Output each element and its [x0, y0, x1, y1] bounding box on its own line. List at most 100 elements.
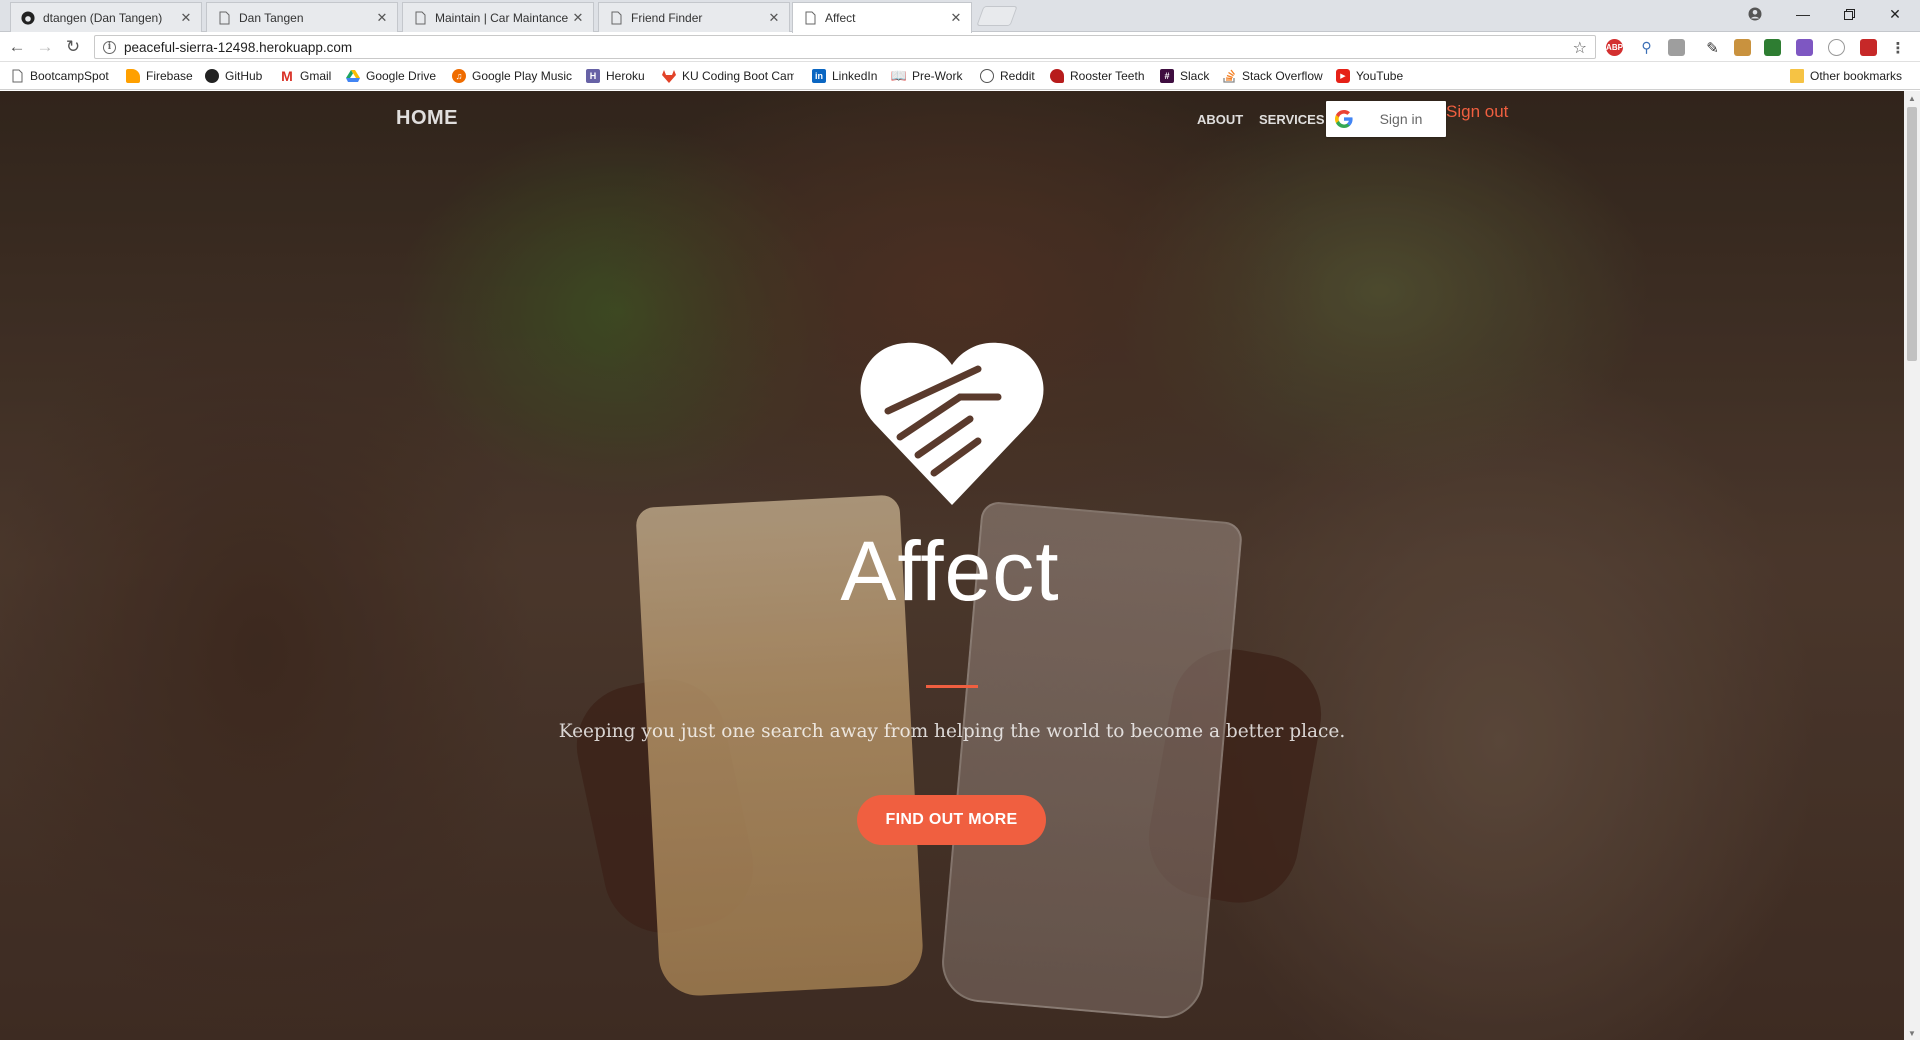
book-icon: 📖 [890, 68, 908, 83]
find-out-more-button[interactable]: FIND OUT MORE [857, 795, 1046, 845]
scroll-down-arrow-icon[interactable]: ▼ [1904, 1026, 1920, 1040]
bookmark-label: Other bookmarks [1810, 69, 1903, 83]
firebase-icon [126, 69, 140, 83]
url-text: peaceful-sierra-12498.herokuapp.com [124, 39, 353, 55]
scrollbar-thumb[interactable] [1907, 107, 1917, 361]
hero-section: HOME ABOUT SERVICES Sign in Sign out Aff… [0, 91, 1904, 1040]
tab-title: Affect [825, 11, 856, 25]
bookmark-item[interactable]: BootcampSpot [10, 68, 109, 84]
tab-strip: dtangen (Dan Tangen) ✕ Dan Tangen ✕ Main… [0, 0, 1920, 33]
extension-icon[interactable] [1668, 39, 1685, 56]
rooster-teeth-icon [1050, 69, 1064, 83]
bookmark-label: Stack Overflow [1242, 69, 1323, 83]
bookmark-item[interactable]: H Heroku [586, 68, 645, 84]
page-icon [413, 11, 427, 25]
restore-icon[interactable] [1826, 0, 1872, 28]
new-tab-button[interactable] [976, 6, 1018, 26]
page-icon [217, 11, 231, 25]
back-icon[interactable]: ← [6, 36, 28, 58]
youtube-icon: ▶ [1336, 69, 1350, 83]
other-bookmarks[interactable]: Other bookmarks [1790, 68, 1902, 84]
extension-icon[interactable] [1860, 39, 1877, 56]
tab-affect[interactable]: Affect ✕ [792, 2, 972, 33]
hero-tagline: Keeping you just one search away from he… [558, 721, 1346, 742]
stackoverflow-icon [1222, 69, 1236, 83]
close-icon[interactable]: ✕ [949, 10, 963, 26]
linkedin-icon: in [812, 69, 826, 83]
github-icon [205, 69, 219, 83]
nav-services-link[interactable]: SERVICES [1259, 112, 1325, 127]
bookmark-item[interactable]: ▶ YouTube [1336, 68, 1403, 84]
folder-icon [1790, 69, 1804, 83]
close-icon[interactable]: ✕ [767, 10, 781, 26]
nav-home-link[interactable]: HOME [396, 107, 458, 130]
menu-icon[interactable]: ⋮ [1891, 39, 1906, 57]
tab-title: Friend Finder [631, 10, 703, 25]
site-info-icon[interactable]: i [103, 40, 116, 54]
close-icon[interactable]: ✕ [375, 10, 389, 26]
bookmark-star-icon[interactable]: ☆ [1573, 38, 1587, 58]
bookmark-item[interactable]: GitHub [205, 68, 262, 84]
extension-icon[interactable] [1796, 39, 1813, 56]
bookmark-label: BootcampSpot [30, 69, 109, 83]
page-icon [609, 11, 623, 25]
bookmark-item[interactable]: ♫ Google Play Music [452, 68, 572, 84]
extension-icon[interactable] [1828, 39, 1845, 56]
slack-icon: # [1160, 69, 1174, 83]
bookmark-label: Heroku [606, 69, 645, 83]
close-icon[interactable]: ✕ [571, 10, 585, 26]
extension-icon[interactable] [1734, 39, 1751, 56]
browser-toolbar: ← → ↻ i peaceful-sierra-12498.herokuapp.… [0, 32, 1920, 62]
reddit-icon [980, 69, 994, 83]
bookmark-item[interactable]: M Gmail [280, 68, 331, 84]
play-music-icon: ♫ [452, 69, 466, 83]
gmail-icon: M [281, 68, 293, 84]
reload-icon[interactable]: ↻ [62, 36, 84, 58]
sign-out-link[interactable]: Sign out [1446, 102, 1508, 122]
bookmark-item[interactable]: KU Coding Boot Cam [662, 68, 794, 84]
bookmark-item[interactable]: 📖 Pre-Work [890, 68, 963, 84]
google-sign-in-button[interactable]: Sign in [1326, 101, 1446, 137]
bookmark-item[interactable]: # Slack [1160, 68, 1209, 84]
minimize-icon[interactable]: — [1780, 0, 1826, 28]
bookmark-label: Slack [1180, 69, 1210, 83]
bookmark-item[interactable]: in LinkedIn [812, 68, 877, 84]
adblock-plus-icon[interactable]: ABP [1606, 39, 1623, 56]
page-icon [10, 69, 24, 83]
profile-icon[interactable] [1732, 0, 1778, 28]
close-icon[interactable]: ✕ [179, 10, 193, 26]
bookmark-label: Reddit [1000, 69, 1035, 83]
bookmark-item[interactable]: Google Drive [346, 68, 436, 84]
bookmark-item[interactable]: Rooster Teeth [1050, 68, 1145, 84]
bookmark-item[interactable]: Reddit [980, 68, 1035, 84]
tab-friend-finder[interactable]: Friend Finder ✕ [598, 2, 790, 32]
tab-title: Maintain | Car Maintance [435, 10, 569, 25]
window-close-icon[interactable]: ✕ [1872, 0, 1918, 28]
heart-handshake-logo-icon [860, 342, 1044, 505]
brand-title: Affect [840, 524, 1060, 618]
bookmark-label: Google Play Music [472, 69, 573, 83]
tab-title: dtangen (Dan Tangen) [43, 10, 163, 25]
tab-dan-tangen[interactable]: Dan Tangen ✕ [206, 2, 398, 32]
bookmark-label: Firebase [146, 69, 193, 83]
accent-divider [926, 685, 978, 688]
bookmark-item[interactable]: Firebase [126, 68, 193, 84]
forward-icon[interactable]: → [34, 36, 56, 58]
magnifier-icon[interactable]: ⚲ [1638, 39, 1655, 56]
bookmark-item[interactable]: Stack Overflow [1222, 68, 1323, 84]
scroll-up-arrow-icon[interactable]: ▲ [1904, 91, 1920, 105]
tab-github[interactable]: dtangen (Dan Tangen) ✕ [10, 2, 202, 32]
extension-icon[interactable] [1764, 39, 1781, 56]
page-scrollbar[interactable]: ▲ ▼ [1904, 91, 1920, 1040]
bookmark-label: GitHub [225, 69, 263, 83]
nav-about-link[interactable]: ABOUT [1197, 112, 1243, 127]
tab-title: Dan Tangen [239, 10, 304, 25]
bookmark-label: Gmail [300, 69, 332, 83]
google-icon [1326, 110, 1362, 128]
heroku-icon: H [586, 69, 600, 83]
pencil-icon[interactable]: ✎ [1704, 39, 1721, 57]
address-bar[interactable]: i peaceful-sierra-12498.herokuapp.com ☆ [94, 35, 1596, 59]
bookmark-label: Pre-Work [912, 69, 963, 83]
tab-maintain[interactable]: Maintain | Car Maintance ✕ [402, 2, 594, 32]
bookmark-label: LinkedIn [832, 69, 878, 83]
